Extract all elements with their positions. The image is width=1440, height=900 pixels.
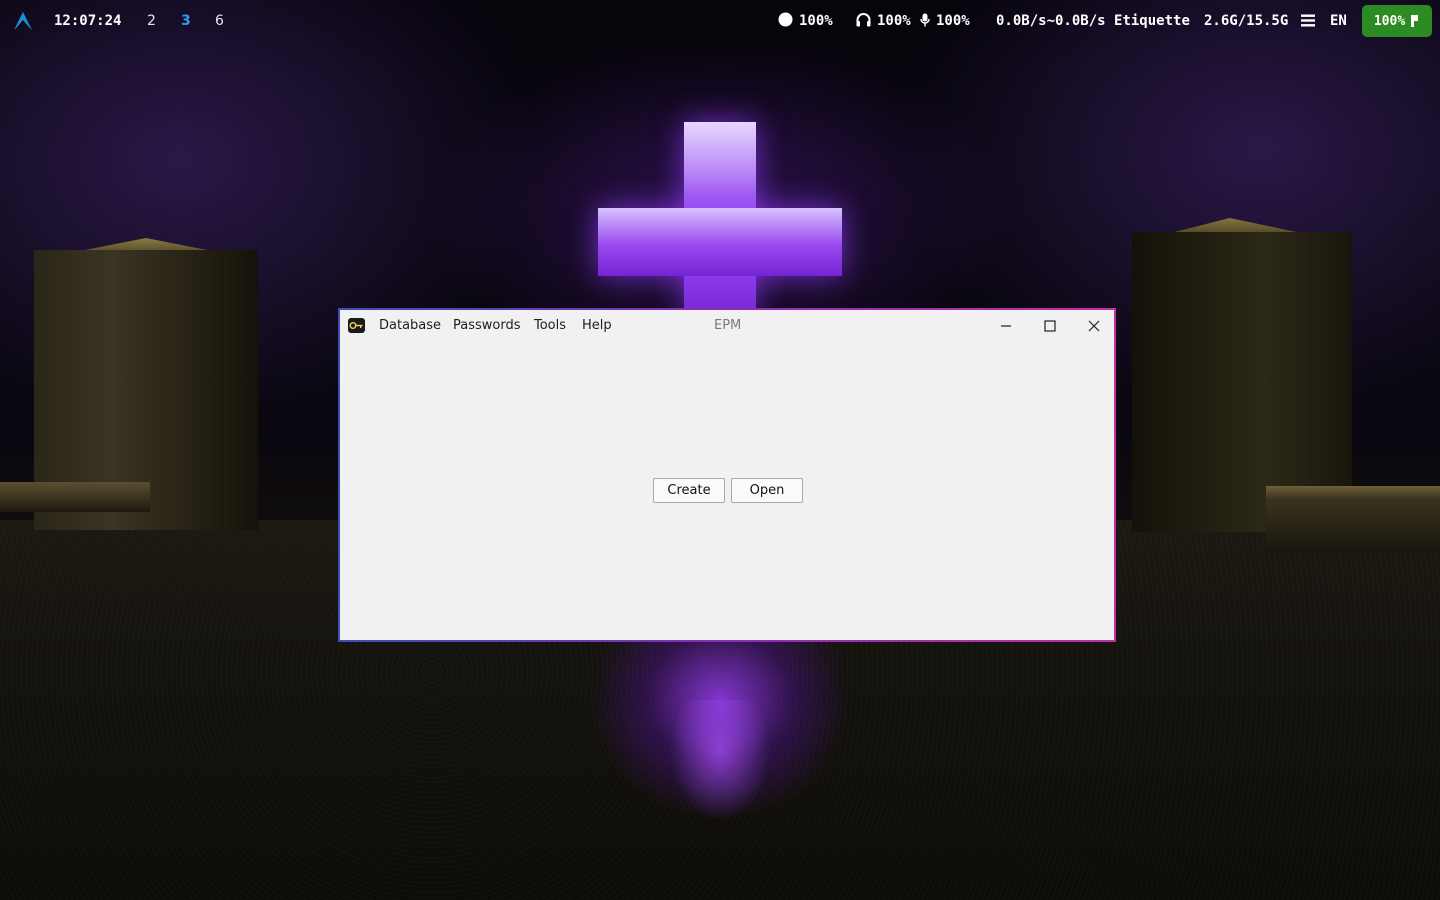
menu-help[interactable]: Help [582,318,612,334]
battery-indicator[interactable]: 100% [1362,5,1432,37]
status-bar: 12:07:24 2 3 6 100% 100% 100% 0.0B/s~0.0… [0,0,1440,42]
window-title: EPM [714,318,742,333]
menu-database[interactable]: Database [379,318,441,334]
arch-logo-icon[interactable] [13,11,33,31]
epm-window: Database Passwords Tools Help EPM Create… [338,308,1116,642]
memory-usage: 2.6G/15.5G [1204,13,1289,29]
brightness-indicator[interactable]: 100% [778,12,833,30]
maximize-button[interactable] [1040,316,1060,336]
workspace-2[interactable]: 2 [147,12,156,30]
battery-value: 100% [1373,13,1406,29]
menu-passwords[interactable]: Passwords [453,318,521,334]
menu-tools[interactable]: Tools [534,318,566,334]
brightness-icon [778,12,793,27]
minimize-icon [1001,325,1011,327]
headphones-volume-value: 100% [877,13,911,29]
create-button[interactable]: Create [653,478,725,503]
mic-volume-value: 100% [936,13,970,29]
workspace-3[interactable]: 3 [181,12,191,30]
network-speed: 0.0B/s~0.0B/s [996,13,1106,29]
open-button[interactable]: Open [731,478,803,503]
database-actions: Create Open [340,478,1114,503]
microphone-icon [920,13,930,27]
clock: 12:07:24 [54,13,122,29]
close-button[interactable] [1084,316,1104,336]
window-titlebar[interactable]: Database Passwords Tools Help EPM [340,310,1114,342]
network-name: Etiquette [1114,13,1190,29]
network-indicator[interactable]: 0.0B/s~0.0B/s Etiquette [996,12,1190,30]
headphones-volume-indicator[interactable]: 100% [856,12,911,30]
close-icon [1088,320,1100,332]
headphones-icon [856,13,871,27]
mic-volume-indicator[interactable]: 100% [920,12,970,30]
key-icon [348,318,365,333]
battery-charging-icon [1411,15,1419,27]
memory-indicator[interactable]: 2.6G/15.5G [1204,12,1315,30]
brightness-value: 100% [799,13,833,29]
menu-icon [1300,14,1315,27]
workspace-6[interactable]: 6 [215,12,224,30]
keyboard-layout[interactable]: EN [1330,12,1347,30]
minimize-button[interactable] [996,316,1016,336]
maximize-icon [1044,320,1056,332]
